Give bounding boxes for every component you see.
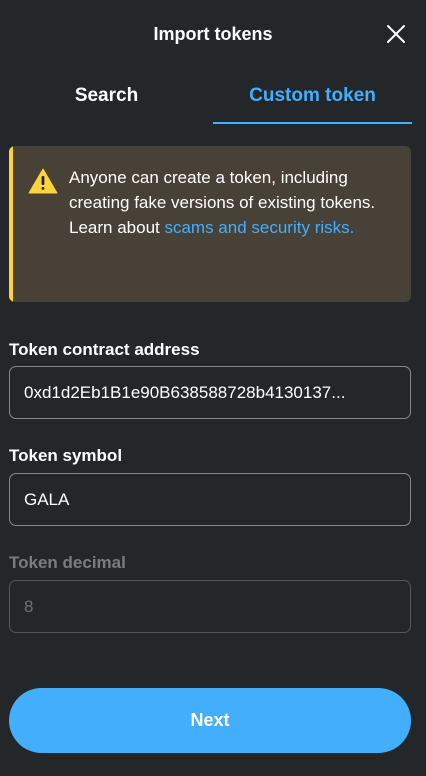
token-symbol-label: Token symbol xyxy=(9,446,123,465)
close-icon xyxy=(387,25,405,43)
contract-address-input[interactable] xyxy=(9,366,411,419)
warning-icon xyxy=(28,168,58,194)
tab-bar: Search Custom token xyxy=(0,76,426,124)
warning-text: Anyone can create a token, including cre… xyxy=(69,165,399,240)
modal-header: Import tokens xyxy=(0,0,426,70)
page-title: Import tokens xyxy=(153,24,273,44)
close-button[interactable] xyxy=(384,22,408,46)
token-decimal-input xyxy=(9,580,411,633)
scams-security-link[interactable]: scams and security risks. xyxy=(164,218,354,237)
tab-custom-token[interactable]: Custom token xyxy=(213,76,412,124)
warning-bar xyxy=(9,146,13,302)
token-symbol-input[interactable] xyxy=(9,473,411,526)
tab-search[interactable]: Search xyxy=(0,76,213,122)
warning-banner: Anyone can create a token, including cre… xyxy=(9,146,411,302)
next-button[interactable]: Next xyxy=(9,688,411,753)
contract-address-label: Token contract address xyxy=(9,340,200,359)
token-decimal-label: Token decimal xyxy=(9,553,126,572)
